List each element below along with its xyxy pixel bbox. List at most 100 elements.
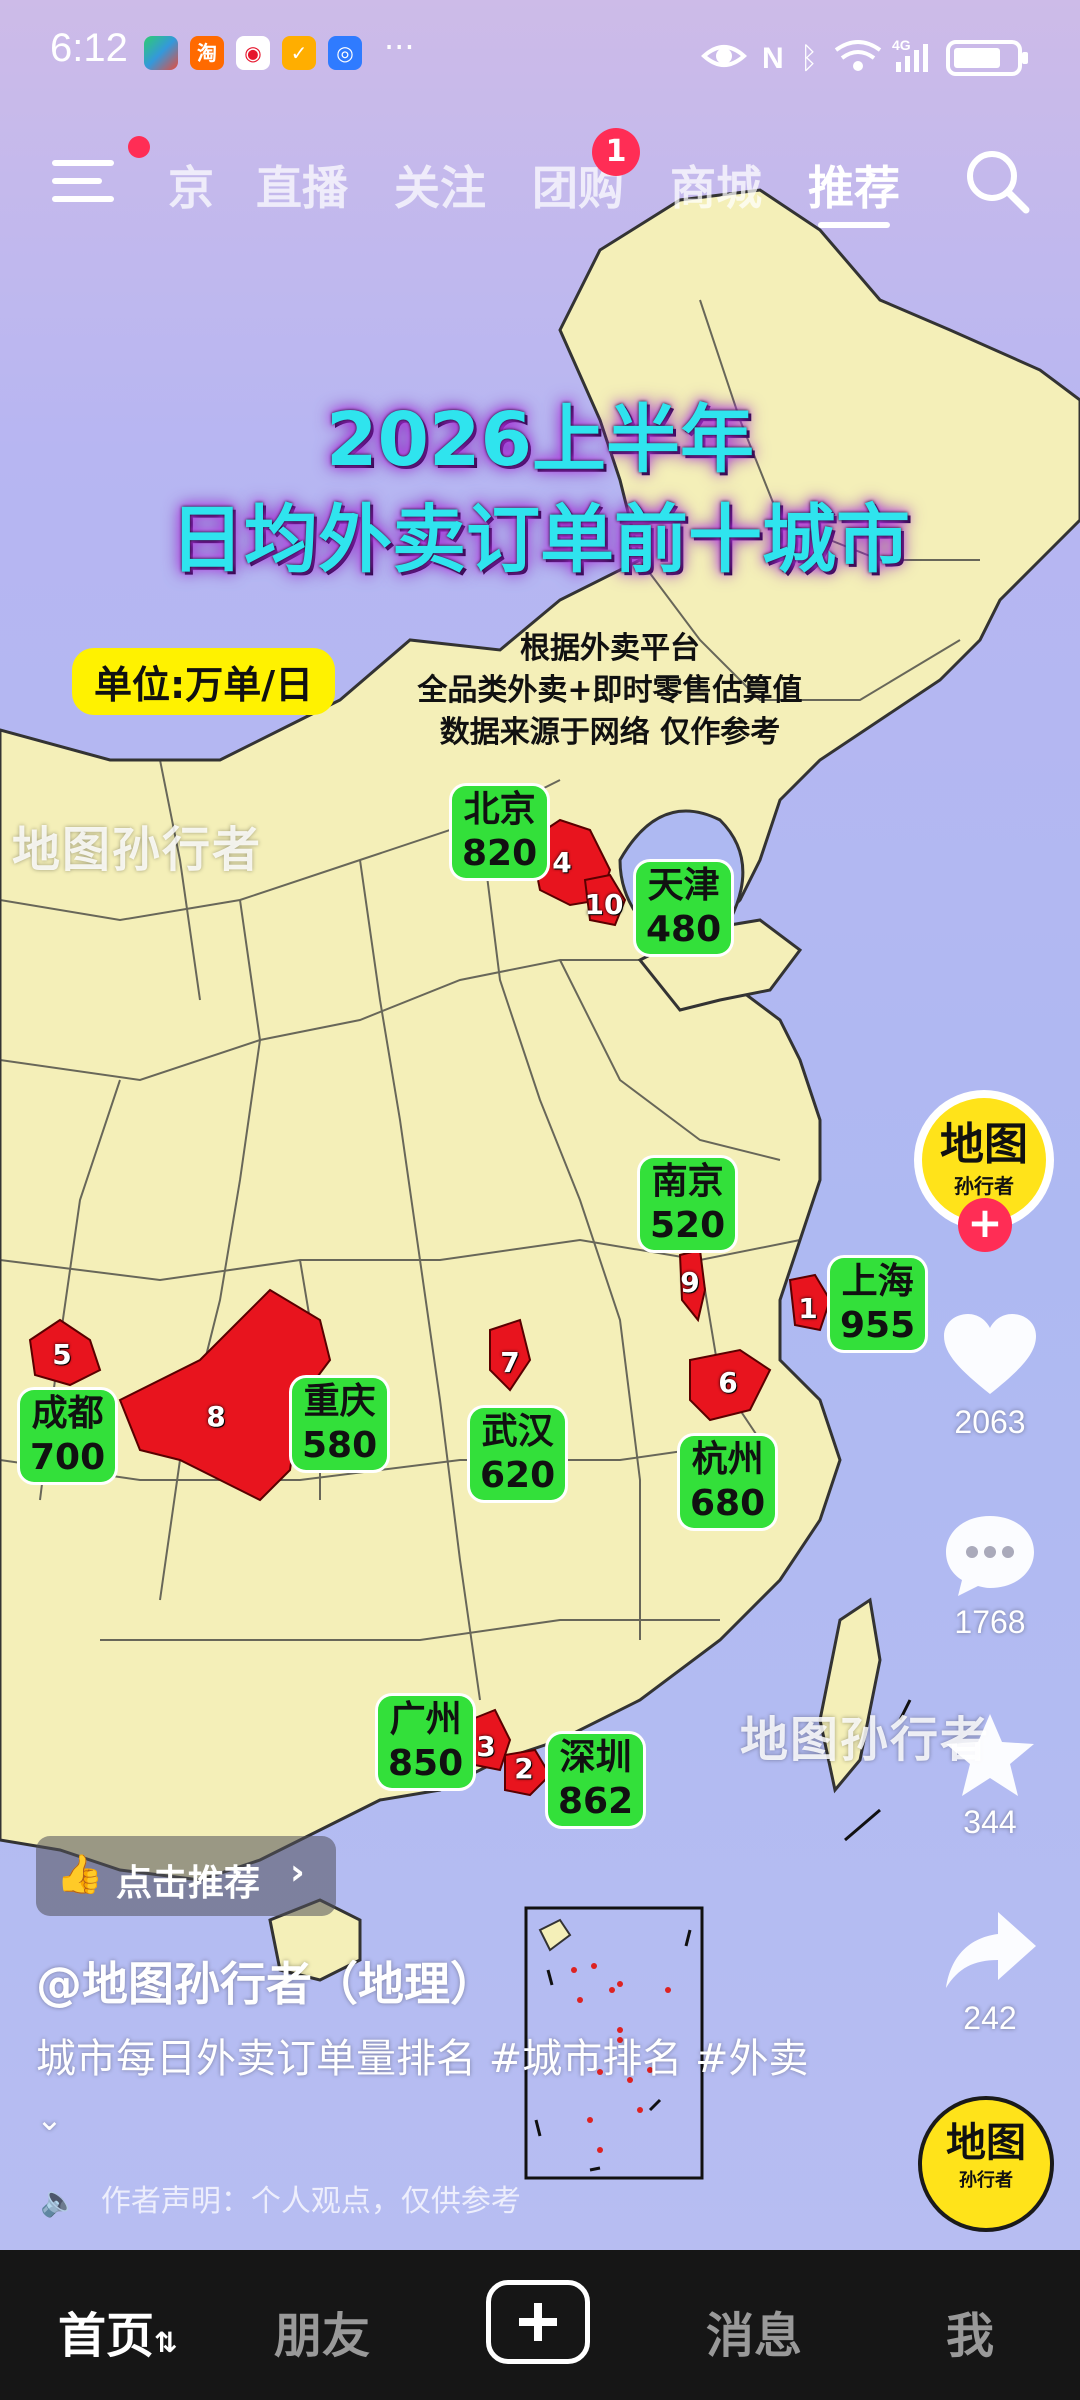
- city-value: 480: [646, 909, 722, 950]
- music-disc[interactable]: 地图 孙行者: [922, 2100, 1050, 2228]
- status-time: 6:12: [50, 26, 128, 70]
- city-name: 南京: [651, 1161, 724, 1202]
- rank-number: 8: [206, 1400, 226, 1433]
- follow-button[interactable]: +: [958, 1198, 1012, 1252]
- like-count: 2063: [954, 1404, 1026, 1440]
- menu-icon[interactable]: [52, 152, 114, 208]
- status-bar: 6:12 淘 ◉ ✓ ◎ ··· N ᛒ 4G: [0, 0, 1080, 110]
- comment-button[interactable]: 1768: [930, 1510, 1050, 1641]
- app3-notification-icon: ◎: [328, 36, 362, 70]
- note-line: 根据外卖平台: [520, 631, 700, 666]
- city-value: 955: [840, 1305, 916, 1346]
- taobao-notification-icon: 淘: [190, 36, 224, 70]
- description-text: 城市每日外卖订单量排名 #城市排名 #外卖: [36, 2036, 809, 2082]
- nav-me[interactable]: 我: [946, 2296, 994, 2366]
- create-button[interactable]: [486, 2280, 590, 2364]
- status-more-icon: ···: [384, 28, 415, 66]
- star-icon: [946, 1714, 1034, 1796]
- bottom-nav: 首页⇅ 朋友 消息 我: [0, 2250, 1080, 2400]
- city-value: 620: [480, 1455, 556, 1496]
- rank-number: 1: [798, 1292, 818, 1325]
- tab-following[interactable]: 关注: [394, 152, 486, 218]
- bluetooth-icon: ᛒ: [800, 41, 818, 76]
- city-label-chongqing: 重庆 580: [292, 1378, 388, 1470]
- city-label-beijing: 北京 820: [452, 786, 548, 878]
- unit-badge: 单位:万单/日: [72, 648, 336, 715]
- battery-icon: [946, 40, 1028, 76]
- refresh-icon: ⇅: [154, 2326, 178, 2359]
- share-icon: [946, 1912, 1036, 1988]
- map-title-line1: 2026上半年: [326, 397, 754, 483]
- rank-number: 2: [514, 1752, 534, 1785]
- recommend-label: 点击推荐: [116, 1863, 261, 1904]
- app-notification-icon: [144, 36, 178, 70]
- city-value: 580: [302, 1425, 378, 1466]
- tab-recommend[interactable]: 推荐: [808, 152, 900, 218]
- city-name: 深圳: [559, 1737, 632, 1778]
- tab-jing[interactable]: 京: [168, 152, 214, 218]
- rank-number: 5: [52, 1338, 72, 1371]
- disc-text: 地图: [946, 2120, 1026, 2166]
- city-value: 700: [30, 1437, 106, 1478]
- signal-icon: 4G: [892, 37, 928, 72]
- share-count: 242: [963, 2000, 1017, 2036]
- city-label-hangzhou: 杭州 680: [680, 1436, 776, 1528]
- megaphone-icon: 🔈: [40, 2184, 78, 2219]
- city-name: 北京: [463, 789, 536, 830]
- recommend-button[interactable]: 👍 点击推荐 ›: [36, 1836, 336, 1916]
- city-name: 杭州: [691, 1439, 764, 1480]
- city-value: 862: [558, 1781, 634, 1822]
- disclaimer-text: 作者声明：个人观点，仅供参考: [100, 2184, 521, 2219]
- map-title: 2026上半年 日均外卖订单前十城市: [0, 390, 1080, 590]
- share-button[interactable]: 242: [930, 1906, 1050, 2037]
- city-name: 成都: [31, 1393, 104, 1434]
- avatar-subtext: 孙行者: [954, 1174, 1014, 1198]
- author-disclaimer: 🔈 作者声明：个人观点，仅供参考: [40, 2176, 521, 2220]
- expand-chevron-icon[interactable]: ⌄: [36, 2100, 63, 2138]
- nav-messages[interactable]: 消息: [706, 2296, 802, 2366]
- note-line: 数据来源于网络 仅作参考: [439, 715, 781, 750]
- comment-count: 1768: [954, 1604, 1026, 1640]
- note-line: 全品类外卖+即时零售估算值: [417, 673, 803, 708]
- like-button[interactable]: 2063: [930, 1310, 1050, 1441]
- rank-number: 10: [584, 888, 624, 921]
- tab-live[interactable]: 直播: [256, 152, 348, 218]
- nav-home[interactable]: 首页⇅: [58, 2296, 177, 2366]
- video-player[interactable]: 6:12 淘 ◉ ✓ ◎ ··· N ᛒ 4G 京 直播 关注 团购 1 商城 …: [0, 0, 1080, 2250]
- top-nav: 京 直播 关注 团购 1 商城 推荐: [0, 128, 1080, 240]
- weibo-notification-icon: ◉: [236, 36, 270, 70]
- tab-badge: 1: [592, 128, 640, 176]
- active-tab-indicator: [818, 222, 890, 228]
- comment-icon: [946, 1516, 1034, 1596]
- search-icon[interactable]: [958, 142, 1038, 222]
- city-name: 广州: [389, 1699, 462, 1740]
- thumbs-up-icon: 👍: [56, 1852, 104, 1896]
- disc-subtext: 孙行者: [959, 2170, 1013, 2191]
- app2-notification-icon: ✓: [282, 36, 316, 70]
- menu-notification-dot: [128, 136, 150, 158]
- city-label-wuhan: 武汉 620: [470, 1408, 566, 1500]
- map-title-line2: 日均外卖订单前十城市: [170, 497, 910, 583]
- plus-icon: [519, 2303, 557, 2341]
- watermark: 地图孙行者: [12, 822, 263, 878]
- rank-number: 6: [718, 1366, 738, 1399]
- chevron-right-icon: ›: [290, 1852, 305, 1893]
- city-label-nanjing: 南京 520: [640, 1158, 736, 1250]
- nav-home-label: 首页: [58, 2308, 155, 2364]
- city-name: 重庆: [303, 1381, 376, 1422]
- eye-icon: [701, 45, 747, 67]
- city-value: 520: [650, 1205, 726, 1246]
- favorite-button[interactable]: 344: [930, 1710, 1050, 1841]
- city-label-tianjin: 天津 480: [636, 862, 732, 954]
- rank-number: 3: [476, 1730, 496, 1763]
- city-label-shanghai: 上海 955: [830, 1258, 926, 1350]
- author-name[interactable]: @地图孙行者（地理）: [36, 1948, 496, 2014]
- status-icons: N ᛒ 4G: [700, 34, 1040, 76]
- city-value: 850: [388, 1743, 464, 1784]
- wifi-icon: [834, 40, 882, 71]
- city-name: 上海: [841, 1261, 914, 1302]
- nav-friends[interactable]: 朋友: [274, 2296, 370, 2366]
- tab-mall[interactable]: 商城: [670, 152, 762, 218]
- post-description[interactable]: 城市每日外卖订单量排名 #城市排名 #外卖 ⌄: [36, 2030, 816, 2148]
- city-name: 天津: [647, 865, 720, 906]
